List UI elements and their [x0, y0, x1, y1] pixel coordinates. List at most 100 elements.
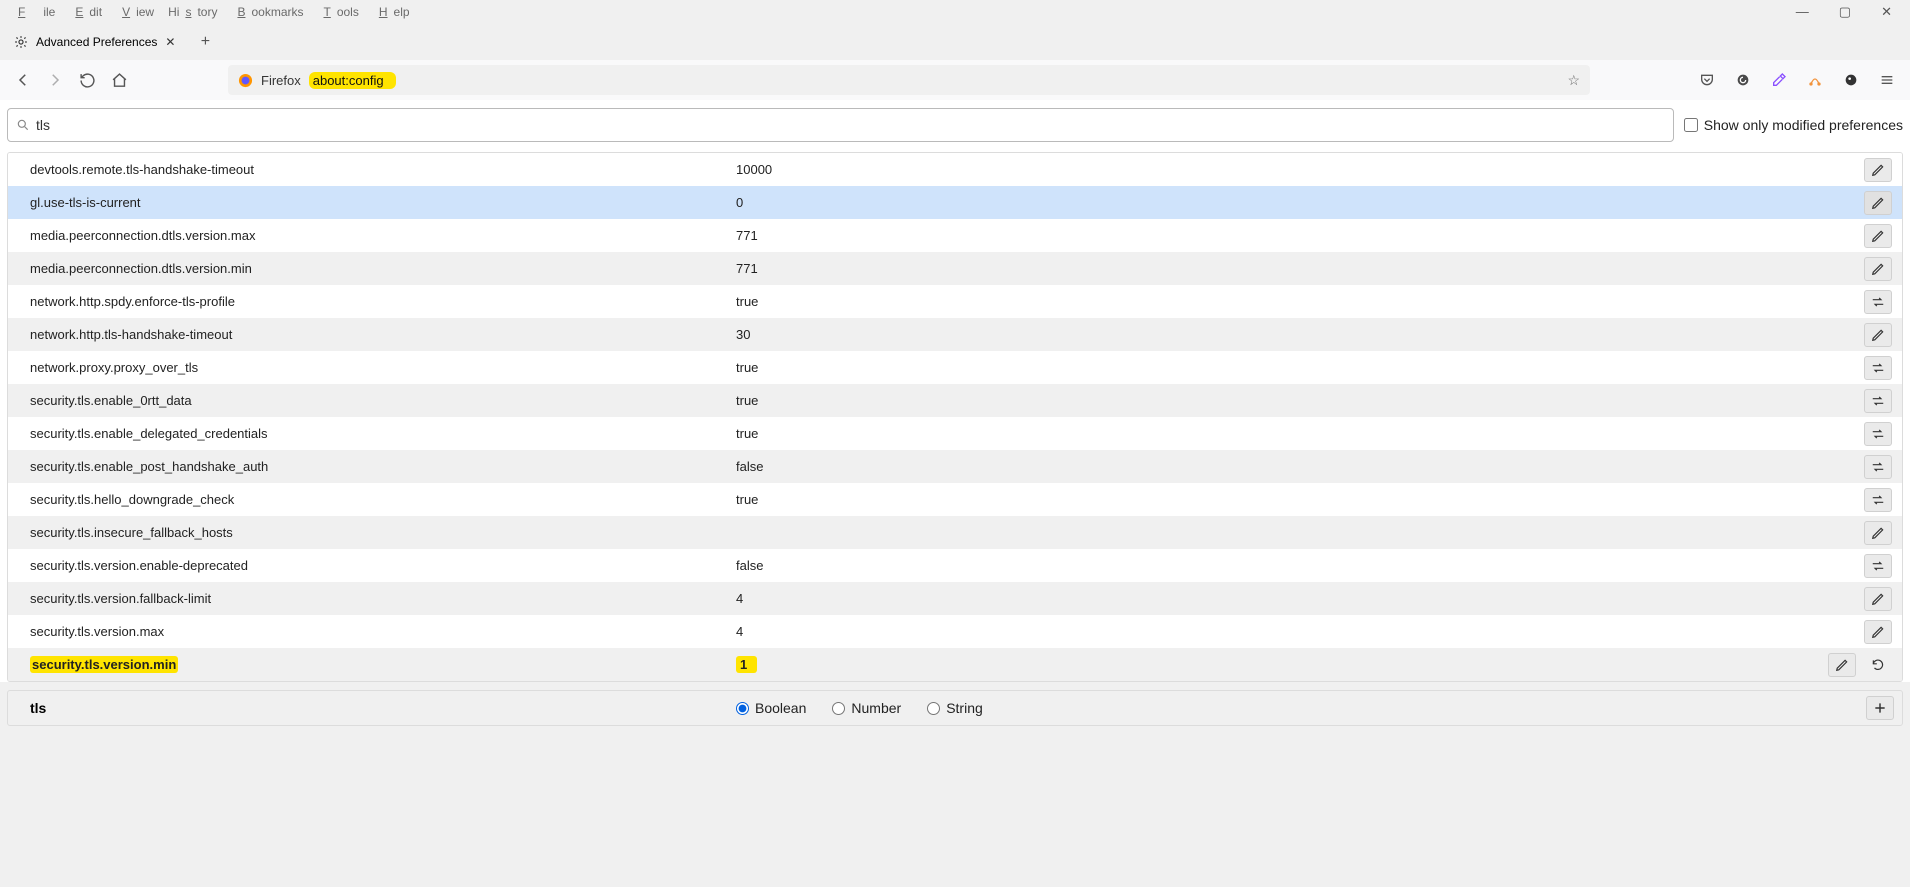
toggle-button[interactable]: [1864, 290, 1892, 314]
app-menu-button[interactable]: [1872, 65, 1902, 95]
pref-row[interactable]: media.peerconnection.dtls.version.max771: [8, 219, 1902, 252]
pref-name: devtools.remote.tls-handshake-timeout: [16, 162, 736, 177]
tab-close-button[interactable]: ✕: [165, 35, 175, 49]
grammarly-icon[interactable]: [1728, 65, 1758, 95]
forward-button[interactable]: [40, 65, 70, 95]
pocket-icon[interactable]: [1692, 65, 1722, 95]
search-input[interactable]: [36, 117, 1665, 133]
menu-file[interactable]: File: [6, 3, 61, 21]
pref-value: 771: [736, 228, 1864, 243]
pref-row[interactable]: security.tls.version.max4: [8, 615, 1902, 648]
show-only-checkbox[interactable]: [1684, 118, 1698, 132]
pref-name: security.tls.enable_delegated_credential…: [16, 426, 736, 441]
edit-button[interactable]: [1864, 323, 1892, 347]
show-only-label: Show only modified preferences: [1704, 117, 1903, 133]
pref-actions: [1864, 290, 1892, 314]
pref-actions: [1864, 356, 1892, 380]
maximize-button[interactable]: ▢: [1833, 2, 1857, 22]
type-string[interactable]: String: [927, 700, 983, 716]
radio-number[interactable]: [832, 702, 845, 715]
bookmark-star-icon[interactable]: ☆: [1567, 72, 1580, 89]
pref-name: network.http.spdy.enforce-tls-profile: [16, 294, 736, 309]
pref-row[interactable]: devtools.remote.tls-handshake-timeout100…: [8, 153, 1902, 186]
edit-button[interactable]: [1864, 620, 1892, 644]
extension-icon-2[interactable]: [1836, 65, 1866, 95]
edit-button[interactable]: [1864, 224, 1892, 248]
back-button[interactable]: [8, 65, 38, 95]
reset-button[interactable]: [1864, 653, 1892, 677]
pref-row[interactable]: security.tls.version.enable-deprecatedfa…: [8, 549, 1902, 582]
type-number[interactable]: Number: [832, 700, 901, 716]
pref-actions: [1864, 587, 1892, 611]
tab-advanced-preferences[interactable]: Advanced Preferences ✕: [4, 25, 185, 59]
edit-button[interactable]: [1864, 158, 1892, 182]
home-button[interactable]: [104, 65, 134, 95]
pref-value: 771: [736, 261, 1864, 276]
pref-name: network.proxy.proxy_over_tls: [16, 360, 736, 375]
pref-name: media.peerconnection.dtls.version.max: [16, 228, 736, 243]
eyedropper-icon[interactable]: [1764, 65, 1794, 95]
pref-actions: [1864, 521, 1892, 545]
pref-row[interactable]: network.proxy.proxy_over_tlstrue: [8, 351, 1902, 384]
search-box[interactable]: [7, 108, 1674, 142]
pref-row[interactable]: gl.use-tls-is-current0: [8, 186, 1902, 219]
pref-name: security.tls.version.max: [16, 624, 736, 639]
tab-title: Advanced Preferences: [36, 35, 157, 49]
toggle-button[interactable]: [1864, 554, 1892, 578]
pref-value: 4: [736, 591, 1864, 606]
content: Show only modified preferences devtools.…: [0, 100, 1910, 682]
reload-button[interactable]: [72, 65, 102, 95]
pref-row[interactable]: network.http.tls-handshake-timeout30: [8, 318, 1902, 351]
menu-history[interactable]: History: [162, 3, 223, 21]
edit-button[interactable]: [1864, 257, 1892, 281]
menubar: File Edit View History Bookmarks Tools H…: [0, 0, 1910, 24]
pref-name: security.tls.version.min: [16, 656, 736, 673]
toggle-button[interactable]: [1864, 356, 1892, 380]
pref-value: 10000: [736, 162, 1864, 177]
pref-actions: [1864, 224, 1892, 248]
pref-name: security.tls.insecure_fallback_hosts: [16, 525, 736, 540]
pref-name: security.tls.enable_0rtt_data: [16, 393, 736, 408]
urlbar[interactable]: Firefox about:config ☆: [228, 65, 1590, 95]
minimize-button[interactable]: —: [1790, 2, 1815, 22]
edit-button[interactable]: [1828, 653, 1856, 677]
extension-icon-1[interactable]: [1800, 65, 1830, 95]
menu-bookmarks[interactable]: Bookmarks: [225, 3, 309, 21]
pref-row[interactable]: media.peerconnection.dtls.version.min771: [8, 252, 1902, 285]
pref-row[interactable]: security.tls.version.min1: [8, 648, 1902, 681]
menu-view[interactable]: View: [110, 3, 160, 21]
pref-value: false: [736, 459, 1864, 474]
toggle-button[interactable]: [1864, 488, 1892, 512]
menu-edit[interactable]: Edit: [63, 3, 108, 21]
newtab-button[interactable]: +: [191, 28, 219, 56]
pref-value: true: [736, 492, 1864, 507]
pref-actions: [1864, 620, 1892, 644]
menu-help[interactable]: Help: [367, 3, 416, 21]
menu-tools[interactable]: Tools: [311, 3, 364, 21]
show-only-modified[interactable]: Show only modified preferences: [1684, 117, 1903, 133]
edit-button[interactable]: [1864, 191, 1892, 215]
pref-actions: [1864, 158, 1892, 182]
url-address: about:config: [309, 72, 396, 89]
radio-boolean[interactable]: [736, 702, 749, 715]
toolbar-right: [1692, 65, 1902, 95]
pref-row[interactable]: security.tls.enable_0rtt_datatrue: [8, 384, 1902, 417]
pref-row[interactable]: network.http.spdy.enforce-tls-profiletru…: [8, 285, 1902, 318]
pref-row[interactable]: security.tls.enable_delegated_credential…: [8, 417, 1902, 450]
edit-button[interactable]: [1864, 587, 1892, 611]
edit-button[interactable]: [1864, 521, 1892, 545]
type-boolean[interactable]: Boolean: [736, 700, 806, 716]
radio-string[interactable]: [927, 702, 940, 715]
pref-actions: [1864, 554, 1892, 578]
add-button[interactable]: [1866, 696, 1894, 720]
toggle-button[interactable]: [1864, 455, 1892, 479]
pref-row[interactable]: security.tls.insecure_fallback_hosts: [8, 516, 1902, 549]
toggle-button[interactable]: [1864, 422, 1892, 446]
pref-row[interactable]: security.tls.version.fallback-limit4: [8, 582, 1902, 615]
toggle-button[interactable]: [1864, 389, 1892, 413]
pref-value: 1: [736, 656, 1828, 673]
pref-row[interactable]: security.tls.enable_post_handshake_authf…: [8, 450, 1902, 483]
tabstrip: Advanced Preferences ✕ +: [0, 24, 1910, 60]
pref-row[interactable]: security.tls.hello_downgrade_checktrue: [8, 483, 1902, 516]
close-button[interactable]: ✕: [1875, 2, 1898, 22]
